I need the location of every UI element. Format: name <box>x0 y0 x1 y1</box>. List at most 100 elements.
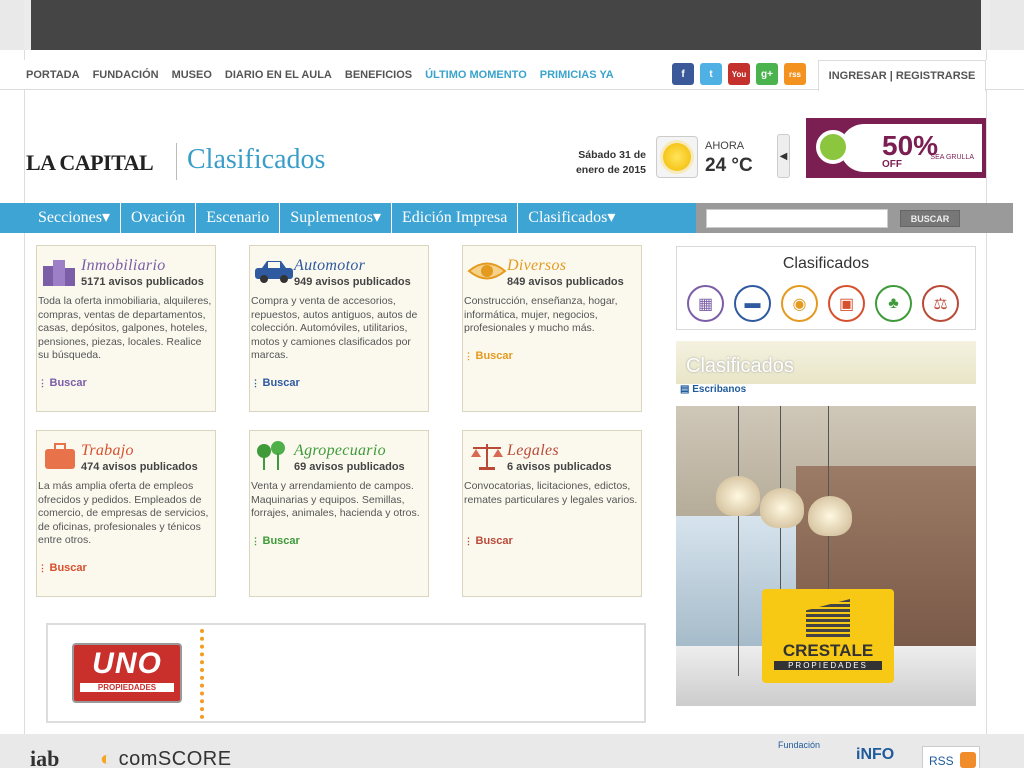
card-title[interactable]: Inmobiliario <box>81 257 166 275</box>
nav-portada[interactable]: PORTADA <box>26 69 80 81</box>
diversos-circle-icon[interactable]: ◉ <box>781 285 818 322</box>
panel-border-right <box>986 50 987 734</box>
clasificados-banner[interactable]: Clasificados <box>676 341 976 384</box>
nav-museo[interactable]: MUSEO <box>172 69 212 81</box>
login-register-link[interactable]: INGRESAR | REGISTRARSE <box>818 60 986 91</box>
nav-secciones[interactable]: Secciones▾ <box>28 203 122 233</box>
page: PORTADA FUNDACIÓN MUSEO DIARIO EN EL AUL… <box>0 0 1024 768</box>
search-button[interactable]: BUSCAR <box>900 210 960 227</box>
footer: iab comSCORE Fundación iNFO RSS <box>0 734 1024 768</box>
info-logo[interactable]: iNFO <box>856 746 894 764</box>
nav-edicion-impresa[interactable]: Edición Impresa <box>392 203 519 233</box>
nav-beneficios[interactable]: BENEFICIOS <box>345 69 412 81</box>
weather-prev-button[interactable]: ◀ <box>777 134 790 178</box>
rss-feed-icon <box>959 752 976 768</box>
automotor-circle-icon[interactable]: ▬ <box>734 285 771 322</box>
google-plus-icon[interactable]: g+ <box>756 63 778 85</box>
header-ad-badge-icon <box>816 130 850 164</box>
card-description: La más amplia oferta de empleos ofrecido… <box>38 480 209 546</box>
card-count: 849 avisos publicados <box>507 276 624 288</box>
search-area: BUSCAR <box>696 203 1013 233</box>
nav-suplementos[interactable]: Suplementos▾ <box>280 203 392 233</box>
nav-ovacion[interactable]: Ovación <box>121 203 197 233</box>
card-count: 69 avisos publicados <box>294 461 405 473</box>
card-count: 6 avisos publicados <box>507 461 612 473</box>
card-title[interactable]: Diversos <box>507 257 566 275</box>
crestale-logo: CRESTALE PROPIEDADES <box>762 589 894 683</box>
twitter-icon[interactable]: t <box>700 63 722 85</box>
weather-label: AHORA <box>705 140 745 152</box>
inmobiliario-circle-icon[interactable]: ▦ <box>687 285 724 322</box>
section-title[interactable]: Clasificados <box>187 144 325 176</box>
nav-ultimo-momento[interactable]: ÚLTIMO MOMENTO <box>425 69 527 81</box>
rss-label: RSS <box>929 754 954 768</box>
card-search-link[interactable]: Buscar <box>464 535 513 547</box>
card-diversos: Diversos 849 avisos publicados Construcc… <box>462 245 642 412</box>
building-icon <box>806 599 850 637</box>
eye-icon <box>467 262 507 280</box>
iab-logo[interactable]: iab <box>30 746 59 768</box>
weather-temperature: 24 °C <box>705 155 753 176</box>
agropecuario-circle-icon[interactable]: ♣ <box>875 285 912 322</box>
card-description: Toda la oferta inmobiliaria, alquileres,… <box>38 295 212 361</box>
card-search-link[interactable]: Buscar <box>38 377 87 389</box>
crestale-ad[interactable]: CRESTALE PROPIEDADES <box>676 406 976 706</box>
nav-escenario[interactable]: Escenario <box>196 203 281 233</box>
header-ad-banner[interactable]: 50% OFF SEA GRULLA <box>806 118 986 178</box>
card-trabajo: Trabajo 474 avisos publicados La más amp… <box>36 430 216 597</box>
card-search-link[interactable]: Buscar <box>38 562 87 574</box>
facebook-icon[interactable]: f <box>672 63 694 85</box>
crestale-brand: CRESTALE <box>782 641 874 660</box>
card-title[interactable]: Agropecuario <box>294 442 386 460</box>
rss-link[interactable]: RSS <box>922 746 980 768</box>
card-description: Compra y venta de accesorios, repuestos,… <box>251 295 418 361</box>
card-search-link[interactable]: Buscar <box>251 535 300 547</box>
comscore-logo[interactable]: comSCORE <box>100 748 232 768</box>
car-icon <box>255 261 293 283</box>
card-search-link[interactable]: Buscar <box>251 377 300 389</box>
uno-propiedades-ad[interactable]: UNO PROPIEDADES <box>46 623 646 723</box>
top-banner-ad[interactable] <box>24 0 990 50</box>
crestale-sub: PROPIEDADES <box>774 661 882 670</box>
nav-primicias-ya[interactable]: PRIMICIAS YA <box>540 69 614 81</box>
card-automotor: Automotor 949 avisos publicados Compra y… <box>249 245 429 412</box>
uno-logo: UNO PROPIEDADES <box>72 643 182 703</box>
main-navigation: Secciones▾ Ovación Escenario Suplementos… <box>0 203 696 233</box>
weather-sun-icon <box>656 136 698 178</box>
logo-divider <box>176 143 177 180</box>
date-line-1: Sábado 31 de <box>578 149 646 161</box>
card-title[interactable]: Legales <box>507 442 559 460</box>
header-ad-offer: 50% OFF <box>882 132 938 170</box>
lamp-cord <box>738 406 739 676</box>
nav-fundacion[interactable]: FUNDACIÓN <box>93 69 159 81</box>
clasificados-banner-title: Clasificados <box>686 355 794 377</box>
rss-icon[interactable]: rss <box>784 63 806 85</box>
clasificados-icon-box: Clasificados ▦ ▬ ◉ ▣ ♣ ⚖ <box>676 246 976 330</box>
search-input[interactable] <box>706 209 888 228</box>
trees-icon <box>257 441 285 470</box>
card-search-link[interactable]: Buscar <box>464 350 513 362</box>
card-description: Venta y arrendamiento de campos. Maquina… <box>251 480 420 519</box>
card-count: 5171 avisos publicados <box>81 276 204 288</box>
social-links: f t You g+ rss <box>672 63 806 85</box>
logo-text: LA CAPITAL <box>26 150 154 175</box>
escribanos-link[interactable]: Escribanos <box>680 384 746 395</box>
trabajo-circle-icon[interactable]: ▣ <box>828 285 865 322</box>
card-title[interactable]: Trabajo <box>81 442 134 460</box>
header-ad-brand: SEA GRULLA <box>930 154 974 161</box>
clasificados-box-title: Clasificados <box>782 255 870 272</box>
card-title[interactable]: Automotor <box>294 257 365 275</box>
nav-diario-en-el-aula[interactable]: DIARIO EN EL AULA <box>225 69 332 81</box>
legales-circle-icon[interactable]: ⚖ <box>922 285 959 322</box>
header-ad-inner: 50% OFF SEA GRULLA <box>840 124 982 172</box>
uno-sub: PROPIEDADES <box>80 683 174 692</box>
briefcase-icon <box>45 443 75 469</box>
nav-clasificados[interactable]: Clasificados▾ <box>518 203 625 233</box>
site-logo[interactable]: LA CAPITAL <box>26 150 154 176</box>
fundacion-logo[interactable]: Fundación <box>778 740 820 750</box>
uno-brand: UNO <box>92 647 162 680</box>
youtube-icon[interactable]: You <box>728 63 750 85</box>
card-count: 474 avisos publicados <box>81 461 198 473</box>
panel-border-left <box>24 50 25 734</box>
ad-dotted-divider <box>200 629 204 719</box>
